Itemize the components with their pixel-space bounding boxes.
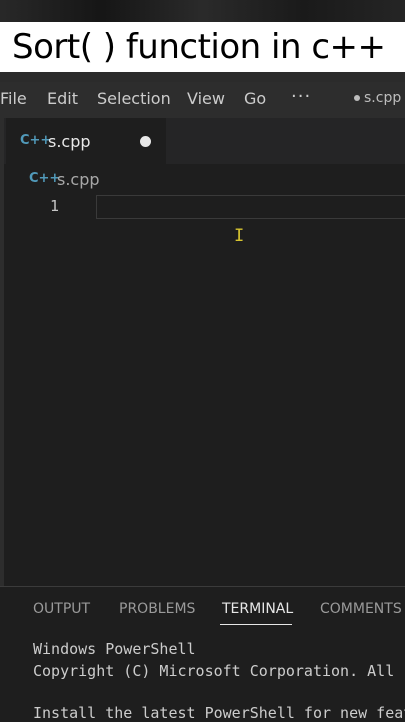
tab-output[interactable]: OUTPUT <box>33 601 90 617</box>
menu-go[interactable]: Go <box>244 89 266 108</box>
window-title: s.cpp <box>354 90 401 106</box>
tab-label[interactable]: s.cpp <box>48 132 91 151</box>
tab-terminal[interactable]: TERMINAL <box>222 601 293 617</box>
menu-edit[interactable]: Edit <box>47 89 78 108</box>
menu-view[interactable]: View <box>187 89 225 108</box>
more-menu-icon[interactable]: ··· <box>291 86 311 107</box>
video-title: Sort( ) function in c++ <box>12 27 386 67</box>
tab-problems[interactable]: PROBLEMS <box>119 601 195 617</box>
editor-left-edge <box>0 118 4 586</box>
video-top-strip <box>0 0 405 22</box>
video-top-texture <box>0 0 405 22</box>
unsaved-dot-icon <box>354 95 360 101</box>
menu-file[interactable]: File <box>0 89 27 108</box>
banner-gap <box>0 72 405 82</box>
tab-comments[interactable]: COMMENTS <box>320 601 402 617</box>
cpp-file-icon: C++ <box>20 133 52 148</box>
text-cursor-icon: I <box>234 226 245 246</box>
unsaved-indicator-icon[interactable] <box>140 136 151 147</box>
terminal-line: Copyright (C) Microsoft Corporation. All… <box>33 662 405 680</box>
window-title-label: s.cpp <box>364 90 402 106</box>
terminal-line: Install the latest PowerShell for new fe… <box>33 704 405 722</box>
terminal-line: Windows PowerShell <box>33 640 196 658</box>
active-tab-underline <box>220 624 292 625</box>
menu-selection[interactable]: Selection <box>97 89 171 108</box>
current-line-highlight[interactable] <box>96 195 405 219</box>
line-number: 1 <box>50 197 60 215</box>
breadcrumb-file[interactable]: s.cpp <box>57 170 100 189</box>
breadcrumb-cpp-icon: C++ <box>29 171 61 186</box>
